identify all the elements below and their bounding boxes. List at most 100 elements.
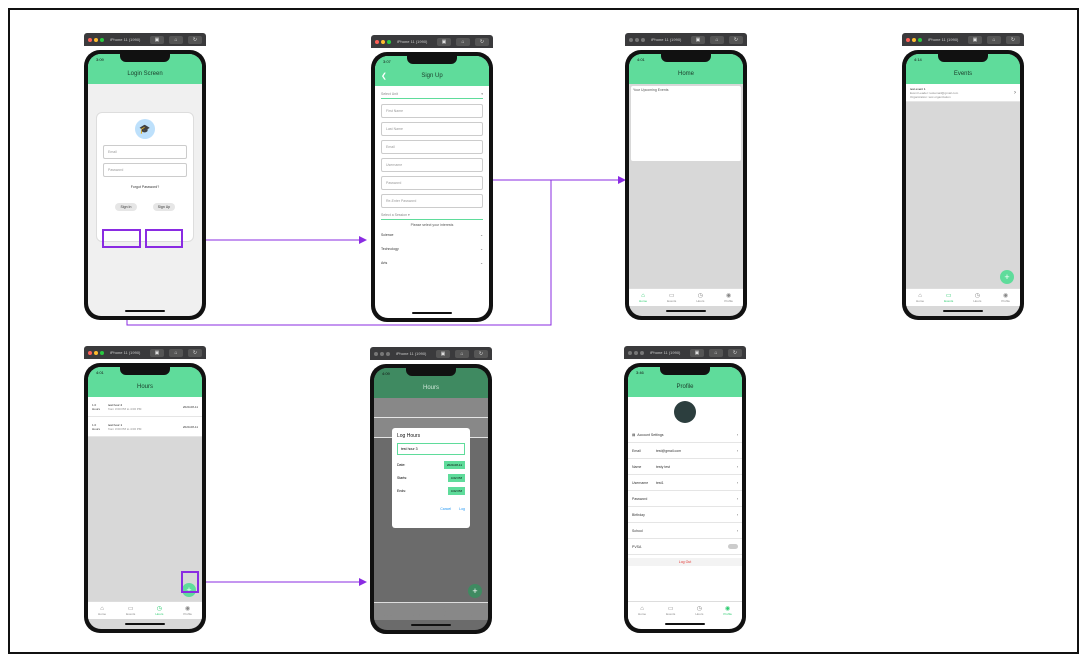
username-field[interactable]: Username <box>381 158 483 172</box>
tab-events[interactable]: ▭ Events <box>944 293 953 303</box>
home-button[interactable]: ⌂ <box>455 349 469 358</box>
tab-events[interactable]: ▭ Events <box>666 606 675 616</box>
end-time-button[interactable]: 4:02 PM <box>447 487 465 495</box>
device-events: iPhone 11 (1990) ▣ ⌂ ↻ 4:14 Events test ev… <box>902 33 1024 320</box>
event-leader: Event Leader: testemail@gmail.com <box>910 90 959 95</box>
tab-home[interactable]: ⌂ Home <box>98 606 106 616</box>
settings-icon: ▤ <box>632 432 636 437</box>
home-button[interactable]: ⌂ <box>987 35 1001 44</box>
logout-button[interactable]: Log Out <box>628 558 742 566</box>
page-title: Sign Up <box>421 73 443 79</box>
profile-row-birthday[interactable]: Birthday › <box>628 507 742 523</box>
screenshot-button[interactable]: ▣ <box>437 37 451 46</box>
forgot-password-link[interactable]: Forgot Password? <box>97 185 193 189</box>
password-field[interactable]: Password <box>381 176 483 190</box>
upcoming-events-label: Your Upcoming Events <box>633 88 669 92</box>
rotate-button[interactable]: ↻ <box>474 349 488 358</box>
tab-profile[interactable]: ◉ Profile <box>1001 293 1010 303</box>
window-title: iPhone 11 (1990) <box>650 350 681 355</box>
highlight-sign-in <box>102 229 141 248</box>
sign-in-button[interactable]: Sign In <box>115 203 137 211</box>
tab-hours[interactable]: ◷ Hours <box>695 606 703 616</box>
highlight-sign-up <box>145 229 183 248</box>
session-select[interactable]: Select a Session ▾ <box>381 213 483 220</box>
tab-home[interactable]: ⌂ Home <box>916 293 924 303</box>
window-bar: iPhone 11 (1990) ▣ ⌂ ↻ <box>84 33 206 46</box>
first-name-field[interactable]: First Name <box>381 104 483 118</box>
password-field[interactable]: Password <box>103 163 187 177</box>
interest-technology[interactable]: Technology ⌄ <box>381 247 483 251</box>
upcoming-events-card: Your Upcoming Events <box>631 86 741 161</box>
screenshot-button[interactable]: ▣ <box>436 349 450 358</box>
screenshot-button[interactable]: ▣ <box>690 348 704 357</box>
home-button[interactable]: ⌂ <box>710 35 724 44</box>
page-title: Home <box>677 71 694 77</box>
interest-science[interactable]: Science ⌄ <box>381 233 483 237</box>
cancel-button[interactable]: Cancel <box>440 507 451 511</box>
pvsa-toggle[interactable] <box>728 544 738 549</box>
sign-up-button[interactable]: Sign Up <box>153 203 175 211</box>
rotate-button[interactable]: ↻ <box>188 348 202 357</box>
profile-row-pvsa[interactable]: PVSA <box>628 539 742 555</box>
screenshot-button[interactable]: ▣ <box>691 35 705 44</box>
page-title: Profile <box>676 384 694 390</box>
last-name-field[interactable]: Last Name <box>381 122 483 136</box>
email-field[interactable]: Email <box>103 145 187 159</box>
tab-hours[interactable]: ◷ Hours <box>696 293 704 303</box>
tab-hours[interactable]: ◷ Hours <box>973 293 981 303</box>
screenshot-button[interactable]: ▣ <box>150 35 164 44</box>
tab-home: ⌂ Home <box>384 606 393 617</box>
device-profile: iPhone 11 (1990) ▣ ⌂ ↻ 3:46 Profile ▤ Acco… <box>624 346 746 633</box>
tab-profile: ◉ Profile <box>469 606 478 617</box>
home-button[interactable]: ⌂ <box>456 37 470 46</box>
rotate-button[interactable]: ↻ <box>1006 35 1020 44</box>
rotate-button[interactable]: ↻ <box>188 35 202 44</box>
tab-profile[interactable]: ◉ Profile <box>723 606 732 616</box>
unit-select[interactable]: Select Unit ▾ <box>381 92 483 99</box>
hour-row[interactable]: 1.0 Hours test hour 2 from 3:00 PM to 4:0… <box>88 397 202 417</box>
interest-arts[interactable]: Arts ⌄ <box>381 261 483 265</box>
login-card: 🎓 Email Password Forgot Password? Sign I… <box>96 112 194 242</box>
profile-row-username[interactable]: Username test1 › <box>628 475 742 491</box>
tab-events[interactable]: ▭ Events <box>126 606 135 616</box>
event-row[interactable]: test event 1 Event Leader: testemail@gma… <box>906 84 1020 102</box>
back-icon[interactable]: ❮ <box>381 72 387 80</box>
start-time-button[interactable]: 4:02 PM <box>447 474 465 482</box>
home-button[interactable]: ⌂ <box>709 348 723 357</box>
profile-screen: 3:46 Profile ▤ Account Settings › Email te… <box>628 367 742 629</box>
date-picker-button[interactable]: 2020-08-11 <box>443 461 465 469</box>
profile-row-email[interactable]: Email test@gmail.com › <box>628 443 742 459</box>
add-event-button[interactable]: + <box>1000 270 1014 284</box>
tab-events[interactable]: ▭ Events <box>667 293 676 303</box>
email-field[interactable]: Email <box>381 140 483 154</box>
screenshot-button[interactable]: ▣ <box>968 35 982 44</box>
tab-home[interactable]: ⌂ Home <box>638 606 646 616</box>
reenter-password-field[interactable]: Re-Enter Password <box>381 194 483 208</box>
profile-row-password[interactable]: Password › <box>628 491 742 507</box>
tab-hours[interactable]: ◷ Hours <box>155 606 163 616</box>
profile-row-name[interactable]: Name testy test › <box>628 459 742 475</box>
page-title: Events <box>953 71 973 77</box>
dialog-title: Log Hours <box>397 433 421 439</box>
rotate-button[interactable]: ↻ <box>729 35 743 44</box>
tab-home[interactable]: ⌂ Home <box>639 293 647 303</box>
profile-row-school[interactable]: School › <box>628 523 742 539</box>
tab-profile[interactable]: ◉ Profile <box>183 606 192 616</box>
home-button[interactable]: ⌂ <box>169 348 183 357</box>
device-home: iPhone 11 (1990) ▣ ⌂ ↻ 4:01 Home Your Upco… <box>625 33 747 320</box>
screenshot-button[interactable]: ▣ <box>150 348 164 357</box>
rotate-button[interactable]: ↻ <box>728 348 742 357</box>
hour-row[interactable]: 1.0 Hours test hour 1 from 3:00 PM to 4:0… <box>88 417 202 437</box>
tab-profile[interactable]: ◉ Profile <box>724 293 733 303</box>
login-screen: 3:09 Login Screen 🎓 Email Password Forgo… <box>88 54 202 316</box>
rotate-button[interactable]: ↻ <box>475 37 489 46</box>
loghours-screen: 4:09 Hours Log Hours test hour 3 Date: 20… <box>374 368 488 630</box>
log-button[interactable]: Log <box>459 507 465 511</box>
hour-name-input[interactable]: test hour 3 <box>397 443 465 455</box>
tab-events: ▭ Events <box>412 606 422 617</box>
account-settings-row[interactable]: ▤ Account Settings › <box>628 427 742 443</box>
home-screen: 4:01 Home Your Upcoming Events ⌂ Home ▭ Ev… <box>629 54 743 316</box>
home-button[interactable]: ⌂ <box>169 35 183 44</box>
device-login: iPhone 11 (1990) ▣ ⌂ ↻ 3:09 Login Screen 🎓… <box>84 33 206 320</box>
avatar[interactable] <box>674 401 696 423</box>
